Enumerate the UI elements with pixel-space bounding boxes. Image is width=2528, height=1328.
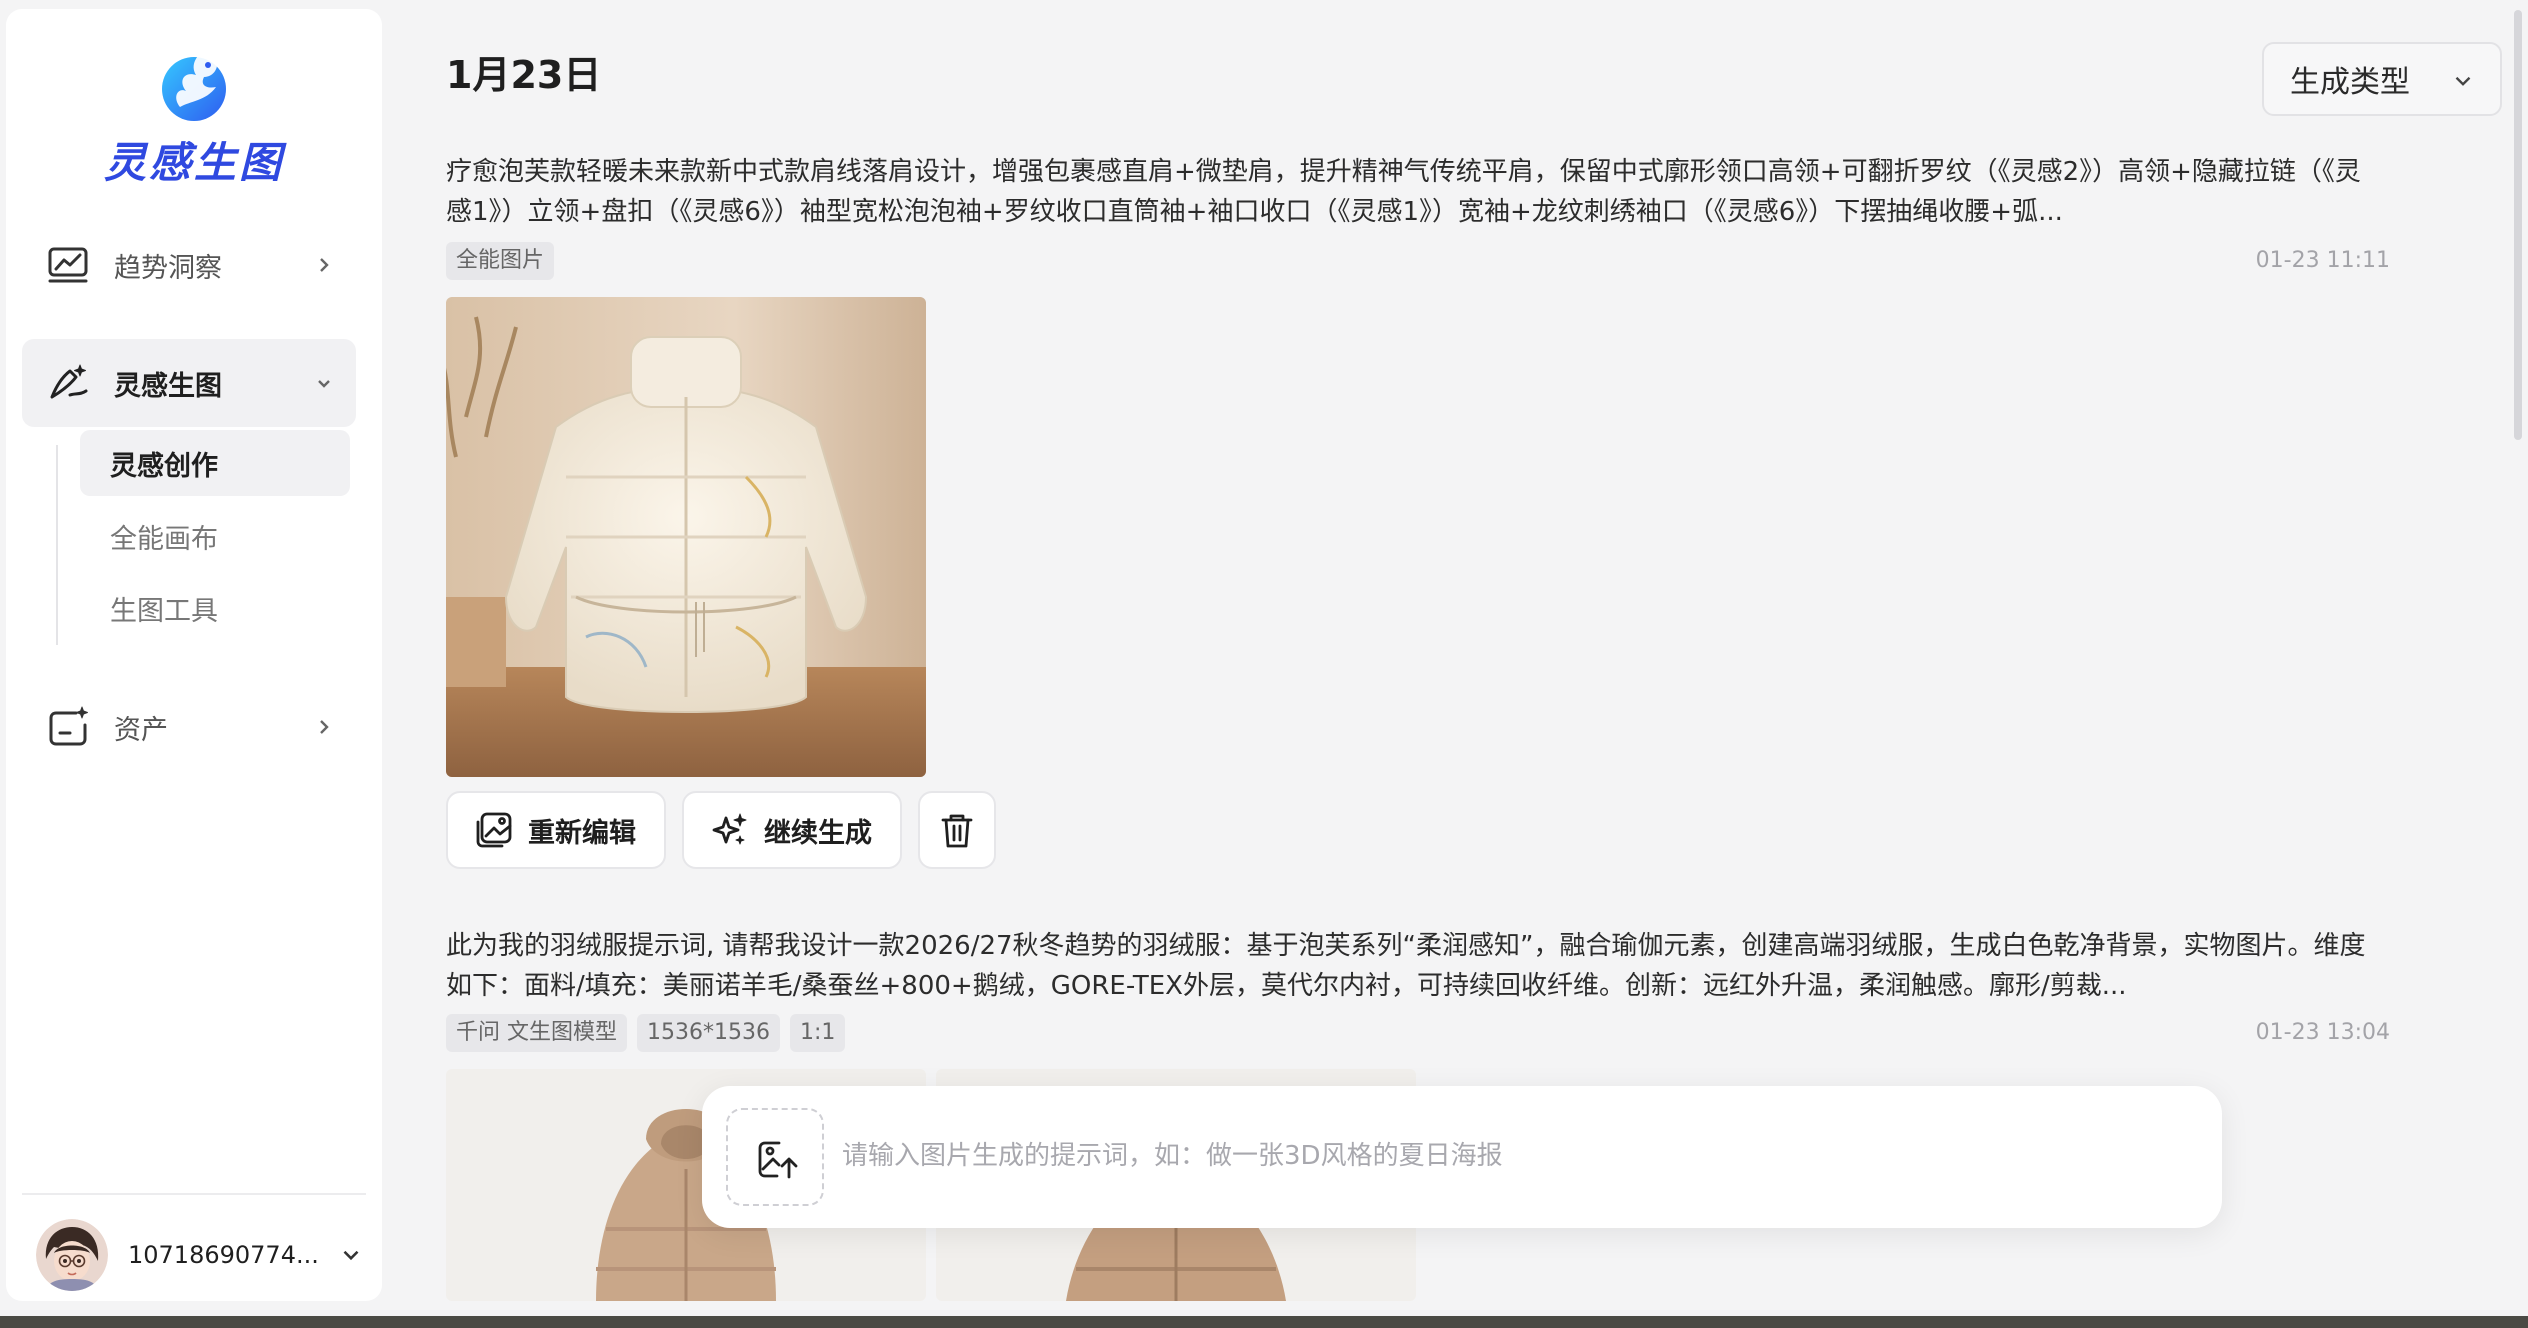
nav-item-trends[interactable]: 趋势洞察 [22, 221, 356, 309]
date-heading: 1月23日 [446, 53, 602, 97]
user-name: 10718690774... [128, 1241, 319, 1269]
user-menu[interactable]: 10718690774... [36, 1215, 366, 1295]
generated-image-jacket[interactable] [446, 297, 926, 777]
chevron-right-icon [320, 258, 329, 272]
nav-item-assets[interactable]: 资产 [22, 683, 356, 771]
subnav-item-create[interactable]: 灵感创作 [80, 430, 350, 496]
nav-item-inspiration[interactable]: 灵感生图 [22, 339, 356, 427]
generation-type-select[interactable]: 生成类型 [2262, 42, 2502, 116]
tag: 1536*1536 [637, 1014, 780, 1052]
continue-label: 继续生成 [764, 817, 872, 849]
prompt-input-bar [702, 1086, 2222, 1228]
bottom-strip [0, 1316, 2528, 1328]
chevron-down-icon [2455, 76, 2471, 86]
tag: 1:1 [789, 1014, 846, 1052]
magic-pen-icon [50, 364, 88, 399]
asset-folder-icon [49, 706, 88, 746]
nav-label: 灵感生图 [114, 370, 222, 402]
prompt-input[interactable] [842, 1126, 2182, 1186]
reedit-button[interactable]: 重新编辑 [446, 791, 666, 869]
logo-mark-icon [162, 47, 226, 121]
record-time: 01-23 11:11 [2255, 248, 2390, 273]
sidebar: 灵感生图 趋势洞察 灵感生图 灵感创作 全能画布 生图工具 资产 1071869… [6, 9, 382, 1301]
logo-text: 灵感生图 [103, 138, 284, 187]
trend-chart-icon [48, 247, 88, 283]
app-logo[interactable]: 灵感生图 [6, 31, 382, 191]
select-label: 生成类型 [2290, 65, 2410, 100]
image-upload-icon [758, 1141, 798, 1179]
record-tags: 千问 文生图模型 1536*1536 1:1 [446, 1014, 846, 1052]
subnav-item-canvas[interactable]: 全能画布 [80, 503, 350, 569]
reedit-label: 重新编辑 [528, 817, 636, 849]
chevron-right-icon [320, 720, 329, 734]
nav-label: 资产 [114, 714, 168, 746]
tag: 全能图片 [446, 242, 555, 280]
delete-button[interactable] [918, 791, 996, 869]
continue-generate-button[interactable]: 继续生成 [682, 791, 902, 869]
record-tags: 全能图片 [446, 242, 555, 280]
sparkle-icon [712, 813, 747, 845]
record-time: 01-23 13:04 [2255, 1020, 2390, 1045]
trash-icon [941, 814, 973, 848]
sidebar-divider [22, 1193, 366, 1195]
subnav-item-tools[interactable]: 生图工具 [80, 575, 350, 641]
avatar [36, 1219, 108, 1291]
image-upload-button[interactable] [726, 1108, 824, 1206]
tag: 千问 文生图模型 [446, 1014, 627, 1052]
record-prompt: 疗愈泡芙款轻暖未来款新中式款肩线落肩设计，增强包裹感直肩+微垫肩，提升精神气传统… [446, 157, 2361, 227]
nav-label: 趋势洞察 [114, 252, 222, 284]
chevron-down-icon [343, 1250, 359, 1261]
chevron-down-icon [318, 380, 330, 388]
page-scrollbar[interactable] [2514, 10, 2522, 440]
subnav-guide-line [56, 445, 58, 645]
record-prompt: 此为我的羽绒服提示词, 请帮我设计一款2026/27秋冬趋势的羽绒服：基于泡芙系… [446, 931, 2366, 1001]
image-edit-icon [476, 812, 512, 848]
